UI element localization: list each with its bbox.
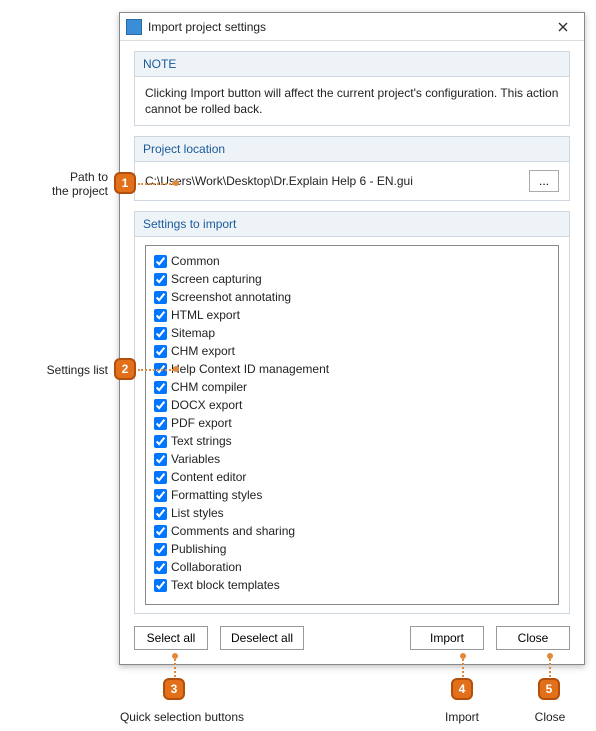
list-item[interactable]: Sitemap (154, 324, 550, 342)
setting-checkbox[interactable] (154, 327, 167, 340)
list-item[interactable]: DOCX export (154, 396, 550, 414)
callout-3-line (174, 659, 176, 677)
setting-label: Collaboration (171, 559, 242, 575)
callout-4-label: Import (442, 710, 482, 724)
select-all-button[interactable]: Select all (134, 626, 208, 650)
setting-checkbox[interactable] (154, 255, 167, 268)
setting-checkbox[interactable] (154, 453, 167, 466)
setting-checkbox[interactable] (154, 399, 167, 412)
close-button[interactable]: Close (496, 626, 570, 650)
setting-checkbox[interactable] (154, 435, 167, 448)
setting-label: List styles (171, 505, 224, 521)
list-item[interactable]: Formatting styles (154, 486, 550, 504)
setting-checkbox[interactable] (154, 291, 167, 304)
settings-list[interactable]: Common Screen capturing Screenshot annotat… (145, 245, 559, 605)
setting-label: Publishing (171, 541, 226, 557)
callout-1-badge: 1 (114, 172, 136, 194)
setting-checkbox[interactable] (154, 381, 167, 394)
setting-checkbox[interactable] (154, 489, 167, 502)
setting-label: Screen capturing (171, 271, 262, 287)
list-item[interactable]: Text block templates (154, 576, 550, 594)
setting-label: Content editor (171, 469, 246, 485)
callout-3-label: Quick selection buttons (112, 710, 252, 724)
setting-checkbox[interactable] (154, 507, 167, 520)
list-item[interactable]: Help Context ID management (154, 360, 550, 378)
setting-checkbox[interactable] (154, 417, 167, 430)
callout-4-line (462, 659, 464, 677)
callout-2-label: Settings list (38, 363, 108, 377)
setting-label: Screenshot annotating (171, 289, 291, 305)
setting-checkbox[interactable] (154, 543, 167, 556)
list-item[interactable]: Text strings (154, 432, 550, 450)
setting-label: PDF export (171, 415, 232, 431)
project-location-header: Project location (135, 137, 569, 162)
callout-2-dot (173, 366, 179, 372)
setting-label: HTML export (171, 307, 240, 323)
list-item[interactable]: Publishing (154, 540, 550, 558)
setting-label: Comments and sharing (171, 523, 295, 539)
list-item[interactable]: List styles (154, 504, 550, 522)
titlebar: Import project settings (120, 13, 584, 41)
titlebar-close-button[interactable] (548, 17, 578, 37)
setting-label: Sitemap (171, 325, 215, 341)
setting-label: Text strings (171, 433, 232, 449)
project-location-section: Project location C:\Users\Work\Desktop\D… (134, 136, 570, 201)
setting-checkbox[interactable] (154, 579, 167, 592)
import-button[interactable]: Import (410, 626, 484, 650)
list-item[interactable]: Common (154, 252, 550, 270)
list-item[interactable]: CHM export (154, 342, 550, 360)
callout-1-line (138, 183, 174, 185)
deselect-all-button[interactable]: Deselect all (220, 626, 304, 650)
setting-label: Help Context ID management (171, 361, 329, 377)
browse-button[interactable]: ... (529, 170, 559, 192)
note-section: NOTE Clicking Import button will affect … (134, 51, 570, 126)
button-row: Select all Deselect all Import Close (134, 626, 570, 650)
setting-label: CHM export (171, 343, 235, 359)
list-item[interactable]: Screenshot annotating (154, 288, 550, 306)
callout-4-badge: 4 (451, 678, 473, 700)
app-icon (126, 19, 142, 35)
callout-5-line (549, 659, 551, 677)
setting-label: CHM compiler (171, 379, 247, 395)
settings-header: Settings to import (135, 212, 569, 237)
callout-1-label: Path to the project (48, 170, 108, 199)
note-body: Clicking Import button will affect the c… (135, 77, 569, 125)
callout-2-badge: 2 (114, 358, 136, 380)
setting-label: Formatting styles (171, 487, 262, 503)
list-item[interactable]: Variables (154, 450, 550, 468)
list-item[interactable]: PDF export (154, 414, 550, 432)
close-icon (558, 22, 568, 32)
list-item[interactable]: Content editor (154, 468, 550, 486)
list-item[interactable]: Screen capturing (154, 270, 550, 288)
setting-label: DOCX export (171, 397, 242, 413)
callout-1-dot (173, 180, 179, 186)
setting-label: Variables (171, 451, 220, 467)
settings-section: Settings to import Common Screen capturin… (134, 211, 570, 614)
setting-checkbox[interactable] (154, 309, 167, 322)
setting-checkbox[interactable] (154, 525, 167, 538)
list-item[interactable]: CHM compiler (154, 378, 550, 396)
setting-label: Common (171, 253, 220, 269)
setting-checkbox[interactable] (154, 471, 167, 484)
window-title: Import project settings (148, 20, 548, 34)
setting-checkbox[interactable] (154, 561, 167, 574)
project-path-text: C:\Users\Work\Desktop\Dr.Explain Help 6 … (145, 173, 521, 189)
list-item[interactable]: Comments and sharing (154, 522, 550, 540)
setting-checkbox[interactable] (154, 273, 167, 286)
setting-label: Text block templates (171, 577, 280, 593)
callout-5-badge: 5 (538, 678, 560, 700)
setting-checkbox[interactable] (154, 345, 167, 358)
import-project-settings-dialog: Import project settings NOTE Clicking Im… (119, 12, 585, 665)
list-item[interactable]: HTML export (154, 306, 550, 324)
note-header: NOTE (135, 52, 569, 77)
callout-5-label: Close (530, 710, 570, 724)
callout-3-badge: 3 (163, 678, 185, 700)
callout-2-line (138, 369, 174, 371)
list-item[interactable]: Collaboration (154, 558, 550, 576)
